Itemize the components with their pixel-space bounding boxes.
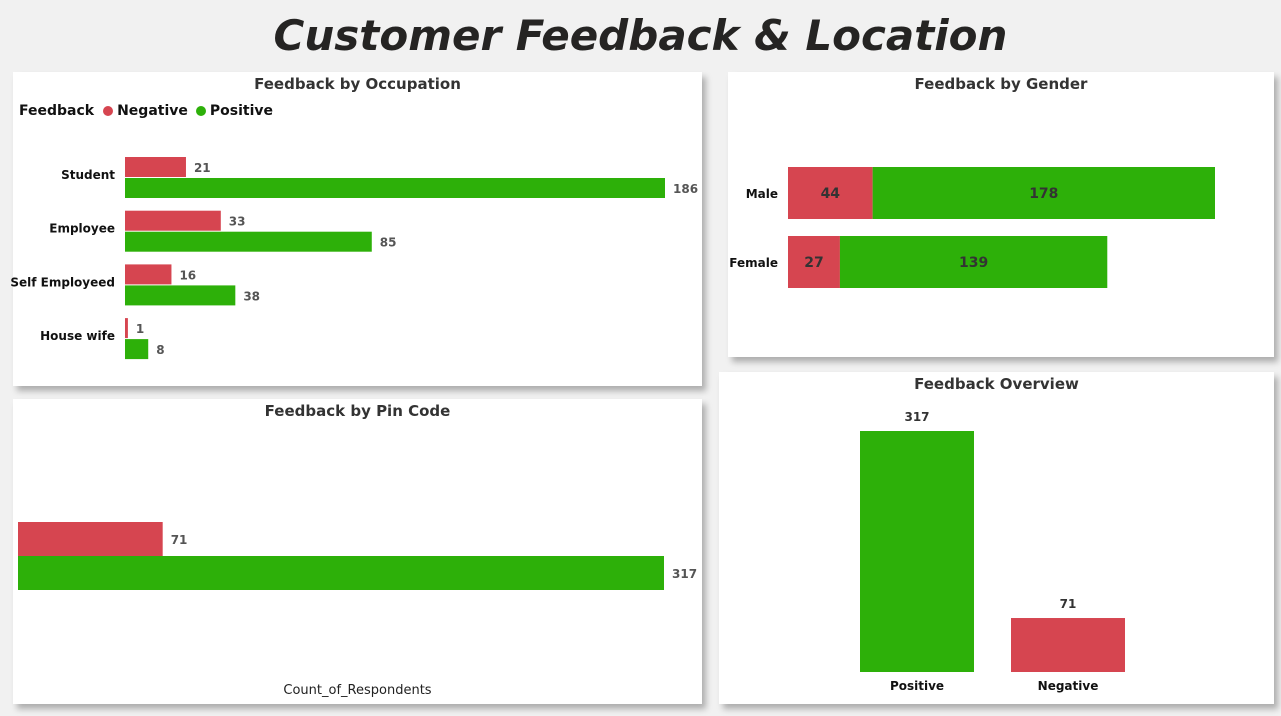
category-label-employee: Employee [49,222,115,236]
data-label-positive-self-employeed: 38 [243,289,260,303]
bar-positive-house-wife [125,339,149,360]
data-label-negative: 71 [1060,597,1077,611]
overview-chart-plot: 317 Positive 71 Negative [860,410,1125,693]
category-label-positive: Positive [890,679,944,693]
gender-chart-panel[interactable]: Feedback by Gender Male 44 178 Female 27 139 [728,72,1274,357]
bar-negative [1011,618,1125,672]
bar-negative [18,522,163,556]
bar-positive-self-employeed [125,285,236,306]
data-label-positive-house-wife: 8 [156,343,164,357]
data-label-negative-house-wife: 1 [136,322,144,336]
data-label-positive-student: 186 [673,182,698,196]
category-label-male: Male [746,187,778,201]
data-label-negative-female: 27 [804,255,823,271]
bar-negative-self-employeed [125,264,172,285]
bar-positive-student [125,178,665,198]
occupation-chart-plot: Student 21 186 Employee 33 85 Self Employeed 16… [10,157,698,360]
data-label-positive: 317 [904,410,929,424]
category-label-house-wife: House wife [40,329,115,343]
category-label-student: Student [61,168,115,182]
occupation-chart-panel[interactable]: Feedback by Occupation Feedback Negative… [10,72,702,386]
category-label-female: Female [729,256,778,270]
bar-positive [18,556,664,590]
pincode-x-axis-title: Count_of_Respondents [283,683,432,698]
data-label-positive-male: 178 [1029,186,1058,202]
bar-negative-employee [125,210,221,231]
data-label-negative-employee: 33 [229,215,246,229]
data-label-positive-employee: 85 [380,236,397,250]
pincode-chart-plot: 71 317 [18,522,697,590]
bar-positive-employee [125,231,372,252]
bar-positive [860,431,974,672]
data-label-negative-self-employeed: 16 [179,268,196,282]
bar-negative-student [125,157,186,177]
data-label-negative-male: 44 [821,186,841,202]
overview-chart-panel[interactable]: Feedback Overview 317 Positive 71 Negative [719,372,1274,704]
page-title: Customer Feedback & Location [273,11,1008,60]
gender-chart-plot: Male 44 178 Female 27 139 [729,167,1215,288]
data-label-negative: 71 [171,533,188,547]
category-label-negative: Negative [1038,679,1099,693]
data-label-positive: 317 [672,567,697,581]
data-label-negative-student: 21 [194,161,211,175]
data-label-positive-female: 139 [959,255,988,271]
category-label-self-employeed: Self Employeed [10,275,115,289]
pincode-chart-panel[interactable]: Feedback by Pin Code 71 317 Count_of_Resp… [13,399,702,704]
bar-negative-house-wife [125,318,128,339]
